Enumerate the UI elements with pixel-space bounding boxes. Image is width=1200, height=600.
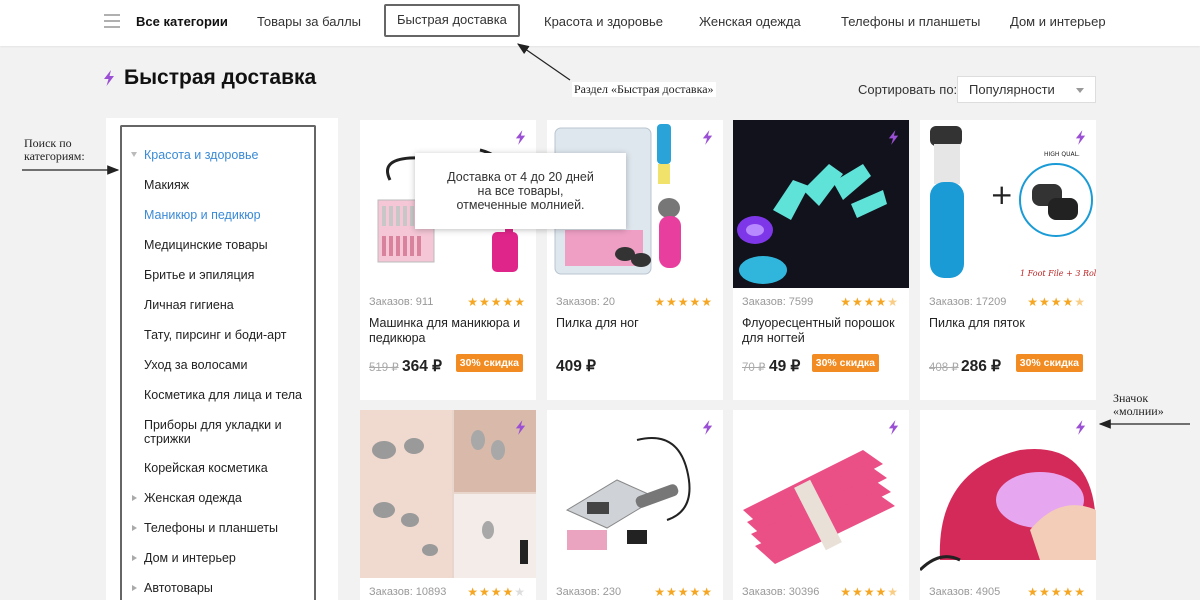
- category-sidebar: Красота и здоровье Макияж Маникюр и педи…: [106, 118, 338, 600]
- chevron-down-icon[interactable]: [131, 152, 137, 157]
- sidebar-item-home[interactable]: Дом и интерьер: [144, 551, 236, 566]
- menu-icon[interactable]: [104, 14, 120, 28]
- chevron-right-icon[interactable]: [132, 495, 137, 501]
- sidebar-item-shaving[interactable]: Бритье и эпиляция: [144, 268, 254, 283]
- orders-count: Заказов: 20: [556, 296, 616, 308]
- product-card[interactable]: + HIGH QUAL. 1 Foot File + 3 Roller Зака…: [920, 120, 1096, 400]
- nav-women-clothing[interactable]: Женская одежда: [699, 0, 801, 46]
- rating-stars: ★★★★★: [654, 295, 713, 309]
- nav-fast-delivery[interactable]: Быстрая доставка: [384, 4, 520, 37]
- product-name[interactable]: Пилка для пяток: [929, 316, 1089, 331]
- lightning-icon: [104, 70, 114, 86]
- old-price: 519 ₽: [369, 362, 399, 374]
- orders-count: Заказов: 10893: [369, 586, 447, 598]
- nav-beauty-health[interactable]: Красота и здоровье: [544, 0, 663, 46]
- sidebar-item-tattoo[interactable]: Тату, пирсинг и боди-арт: [144, 328, 287, 343]
- product-image-uv-lamp[interactable]: [920, 410, 1096, 578]
- lightning-icon: [702, 130, 713, 145]
- product-card[interactable]: Заказов: 230 ★★★★★: [547, 410, 723, 600]
- fast-delivery-tooltip: Доставка от 4 до 20 дней на все товары, …: [415, 153, 626, 229]
- product-image-mirror-nails[interactable]: [360, 410, 536, 578]
- orders-count: Заказов: 7599: [742, 296, 814, 308]
- top-nav: Все категории Товары за баллы Быстрая до…: [0, 0, 1200, 46]
- product-name[interactable]: Флуоресцентный порошок для ногтей: [742, 316, 902, 346]
- product-image-nail-files[interactable]: [733, 410, 909, 578]
- svg-text:HIGH QUAL.: HIGH QUAL.: [1044, 151, 1080, 158]
- discount-badge: 30% скидка: [455, 354, 523, 372]
- old-price: 408 ₽: [929, 362, 959, 374]
- rating-stars: ★★★★★: [840, 585, 899, 599]
- product-card[interactable]: Заказов: 30396 ★★★★★: [733, 410, 909, 600]
- orders-count: Заказов: 17209: [929, 296, 1007, 308]
- sidebar-item-styling-devices[interactable]: Приборы для укладки и стрижки: [144, 418, 294, 446]
- sidebar-item-makeup[interactable]: Макияж: [144, 178, 189, 193]
- sidebar-item-hair[interactable]: Уход за волосами: [144, 358, 247, 373]
- lightning-icon: [888, 420, 899, 435]
- sidebar-item-cosmetics[interactable]: Косметика для лица и тела: [144, 388, 302, 403]
- old-price: 70 ₽: [742, 362, 766, 374]
- annotation-bolt: Значок «молнии»: [1113, 392, 1164, 418]
- orders-count: Заказов: 4905: [929, 586, 1001, 598]
- sort-label: Сортировать по:: [858, 82, 958, 97]
- product-name[interactable]: Машинка для маникюра и педикюра: [369, 316, 529, 346]
- product-name[interactable]: Пилка для ног: [556, 316, 716, 331]
- tooltip-line: отмеченные молнией.: [456, 198, 585, 212]
- discount-badge: 30% скидка: [811, 354, 879, 372]
- sort-value: Популярности: [969, 82, 1055, 97]
- chevron-right-icon[interactable]: [132, 555, 137, 561]
- price: 364 ₽: [402, 358, 443, 375]
- nav-all-categories[interactable]: Все категории: [136, 0, 228, 46]
- rating-stars: ★★★★★: [467, 295, 526, 309]
- nav-home-interior[interactable]: Дом и интерьер: [1010, 0, 1106, 46]
- svg-text:+: +: [990, 178, 1013, 211]
- rating-stars: ★★★★★: [654, 585, 713, 599]
- annotation-search: Поиск по категориям:: [24, 137, 85, 163]
- chevron-right-icon[interactable]: [132, 525, 137, 531]
- price: 286 ₽: [961, 358, 1002, 375]
- sidebar-item-auto[interactable]: Автотовары: [144, 581, 213, 596]
- orders-count: Заказов: 30396: [742, 586, 820, 598]
- price: 49 ₽: [769, 358, 801, 375]
- price: 409 ₽: [556, 358, 597, 375]
- rating-stars: ★★★★★: [840, 295, 899, 309]
- sidebar-item-hygiene[interactable]: Личная гигиена: [144, 298, 234, 313]
- lightning-icon: [888, 130, 899, 145]
- sidebar-item-medical[interactable]: Медицинские товары: [144, 238, 268, 253]
- sidebar-item-phones[interactable]: Телефоны и планшеты: [144, 521, 278, 536]
- sidebar-item-women-clothing[interactable]: Женская одежда: [144, 491, 242, 506]
- rating-stars: ★★★★★: [1027, 295, 1086, 309]
- product-card[interactable]: Заказов: 7599 ★★★★★ Флуоресцентный порош…: [733, 120, 909, 400]
- sort-select[interactable]: Популярности: [957, 76, 1096, 103]
- tooltip-line: Доставка от 4 до 20 дней: [447, 170, 594, 184]
- sidebar-item-beauty-health[interactable]: Красота и здоровье: [144, 148, 258, 163]
- chevron-down-icon: [1076, 88, 1084, 93]
- annotation-section: Раздел «Быстрая доставка»: [572, 82, 716, 97]
- lightning-icon: [702, 420, 713, 435]
- orders-count: Заказов: 911: [369, 296, 434, 308]
- annotation-text: «молнии»: [1113, 404, 1164, 418]
- lightning-icon: [515, 420, 526, 435]
- rating-stars: ★★★★★: [1027, 585, 1086, 599]
- lightning-icon: [515, 130, 526, 145]
- product-card[interactable]: Заказов: 4905 ★★★★★: [920, 410, 1096, 600]
- lightning-icon: [1075, 130, 1086, 145]
- nav-points-goods[interactable]: Товары за баллы: [257, 0, 361, 46]
- nav-phones-tablets[interactable]: Телефоны и планшеты: [841, 0, 980, 46]
- annotation-text: категориям:: [24, 149, 85, 163]
- page-title: Быстрая доставка: [124, 66, 317, 89]
- sidebar-item-korean[interactable]: Корейская косметика: [144, 461, 268, 476]
- product-card[interactable]: Заказов: 10893 ★★★★★: [360, 410, 536, 600]
- sidebar-item-manicure[interactable]: Маникюр и педикюр: [144, 208, 261, 223]
- chevron-right-icon[interactable]: [132, 585, 137, 591]
- discount-badge: 30% скидка: [1015, 354, 1083, 372]
- lightning-icon: [1075, 420, 1086, 435]
- tooltip-line: на все товары,: [477, 184, 564, 198]
- product-image-heel-file[interactable]: + HIGH QUAL. 1 Foot File + 3 Roller: [920, 120, 1096, 288]
- rating-stars: ★★★★★: [467, 585, 526, 599]
- product-image-drill-machine[interactable]: [547, 410, 723, 578]
- svg-text:1 Foot File + 3 Roller: 1 Foot File + 3 Roller: [1020, 269, 1096, 278]
- page-heading: Быстрая доставка: [102, 66, 316, 90]
- orders-count: Заказов: 230: [556, 586, 622, 598]
- product-image-fluorescent-powder[interactable]: [733, 120, 909, 288]
